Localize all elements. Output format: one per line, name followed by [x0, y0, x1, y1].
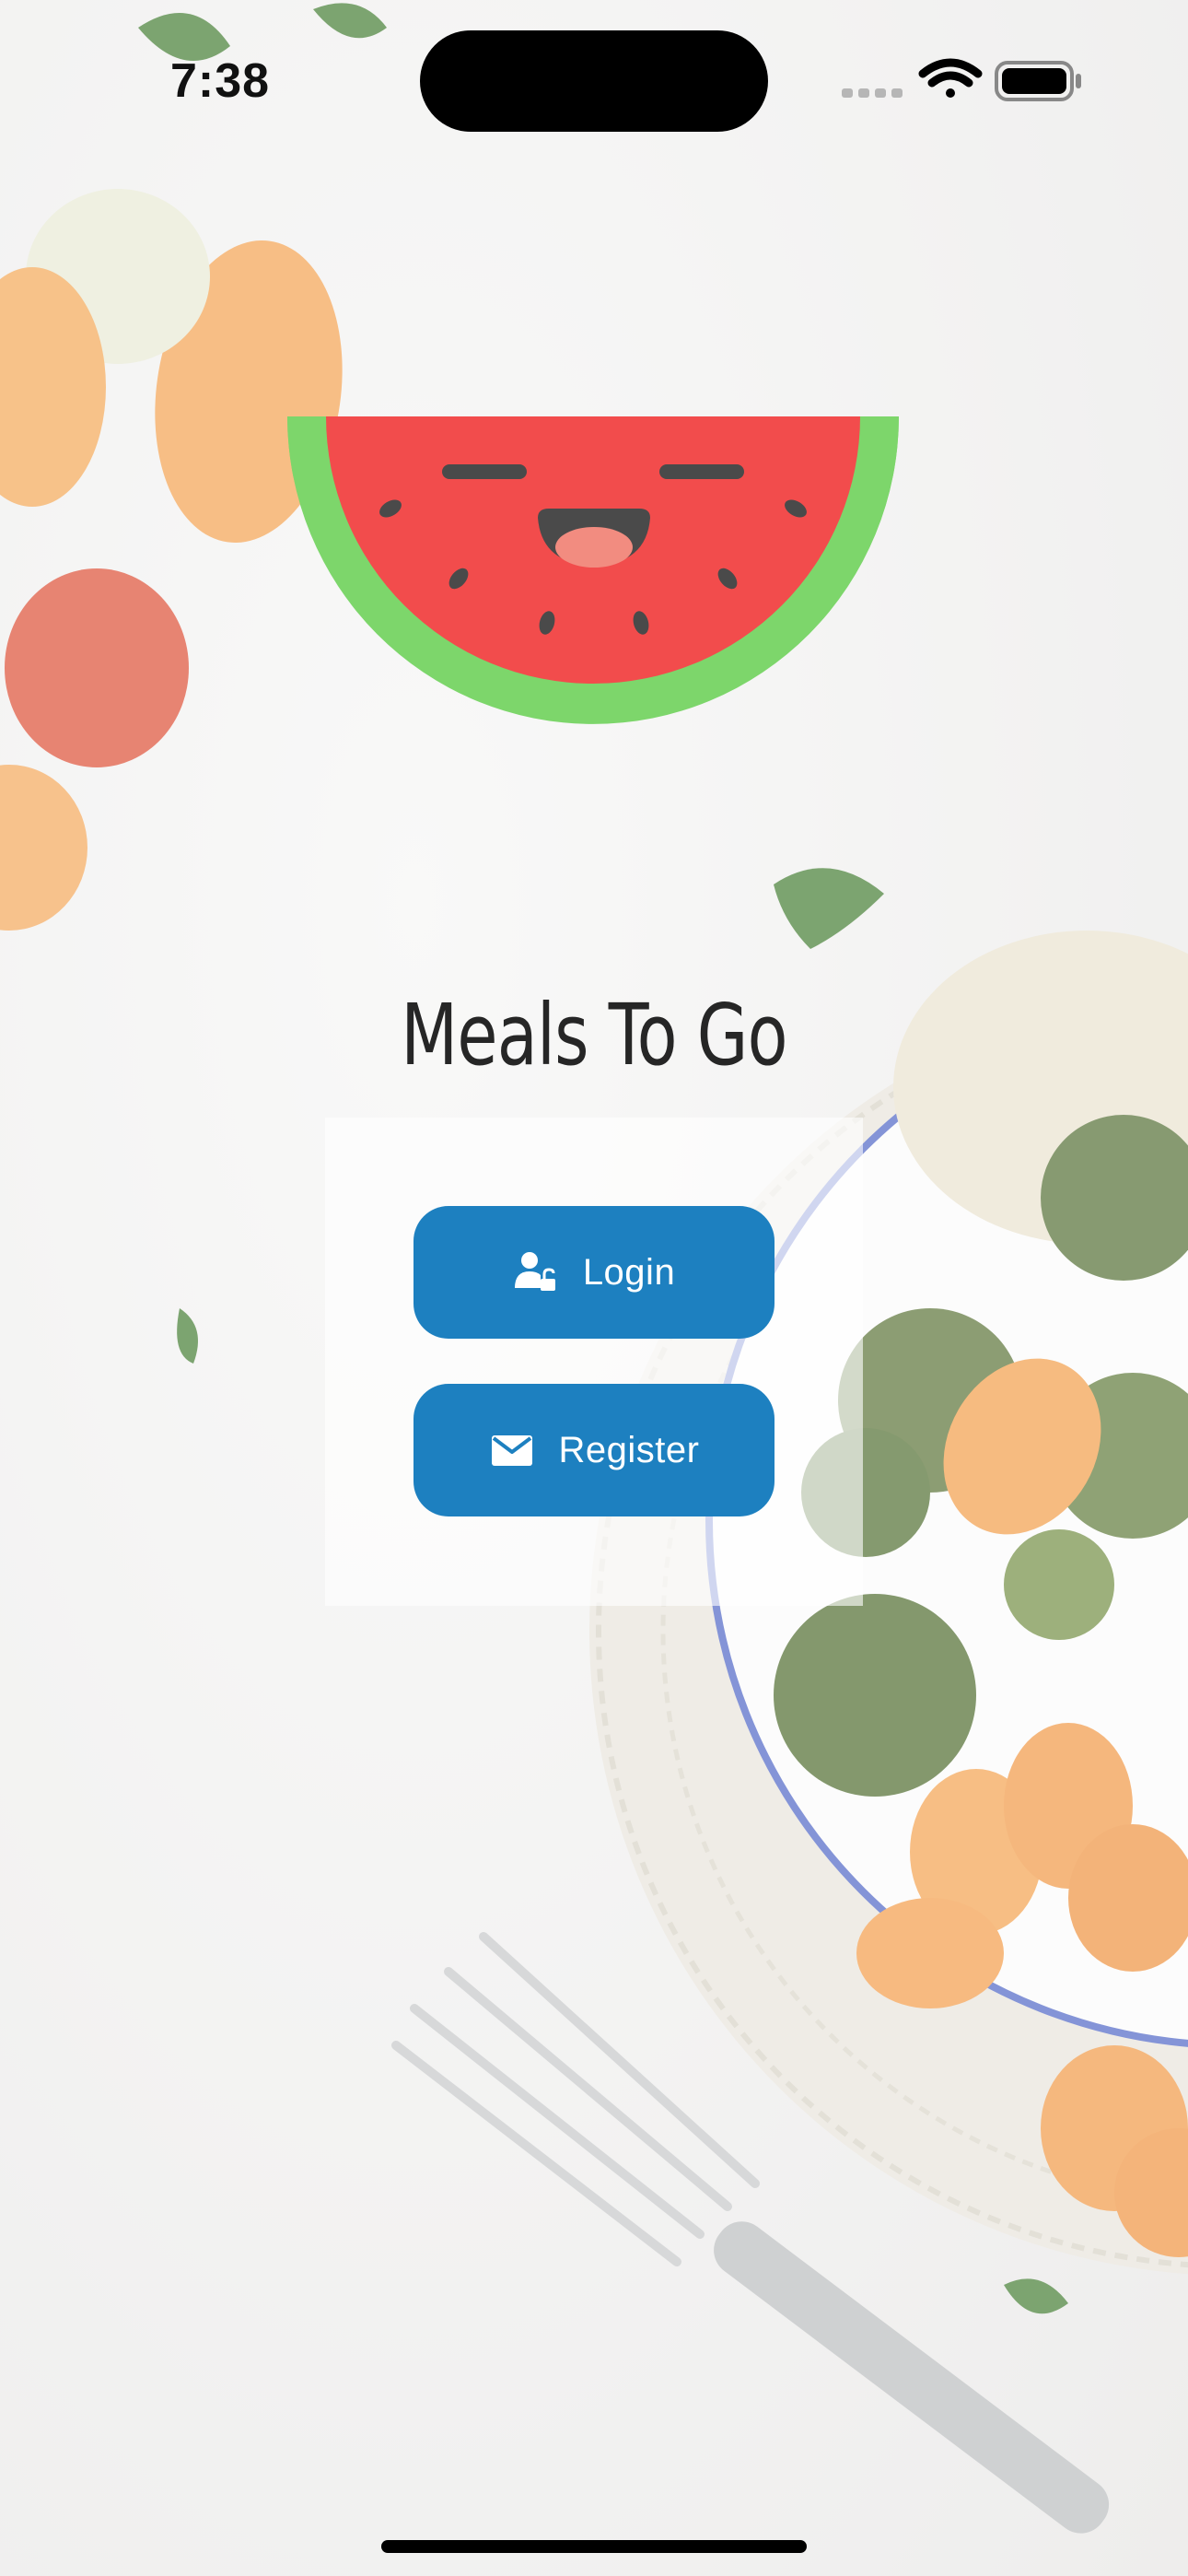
envelope-icon [491, 1435, 532, 1466]
home-indicator[interactable] [381, 2540, 807, 2553]
user-unlock-icon [514, 1252, 555, 1291]
watermelon-smile-icon [287, 416, 899, 724]
cellular-signal-icon [842, 88, 903, 98]
status-icons [838, 53, 1087, 109]
app-title: Meals To Go [401, 986, 787, 1084]
register-button[interactable]: Register [413, 1384, 775, 1516]
battery-icon [995, 61, 1081, 101]
wifi-icon [918, 58, 983, 98]
auth-panel [325, 1118, 863, 1606]
login-label: Login [582, 1251, 676, 1293]
dynamic-island [420, 30, 768, 132]
register-label: Register [558, 1429, 700, 1470]
status-time: 7:38 [170, 54, 271, 108]
login-button[interactable]: Login [413, 1206, 775, 1339]
